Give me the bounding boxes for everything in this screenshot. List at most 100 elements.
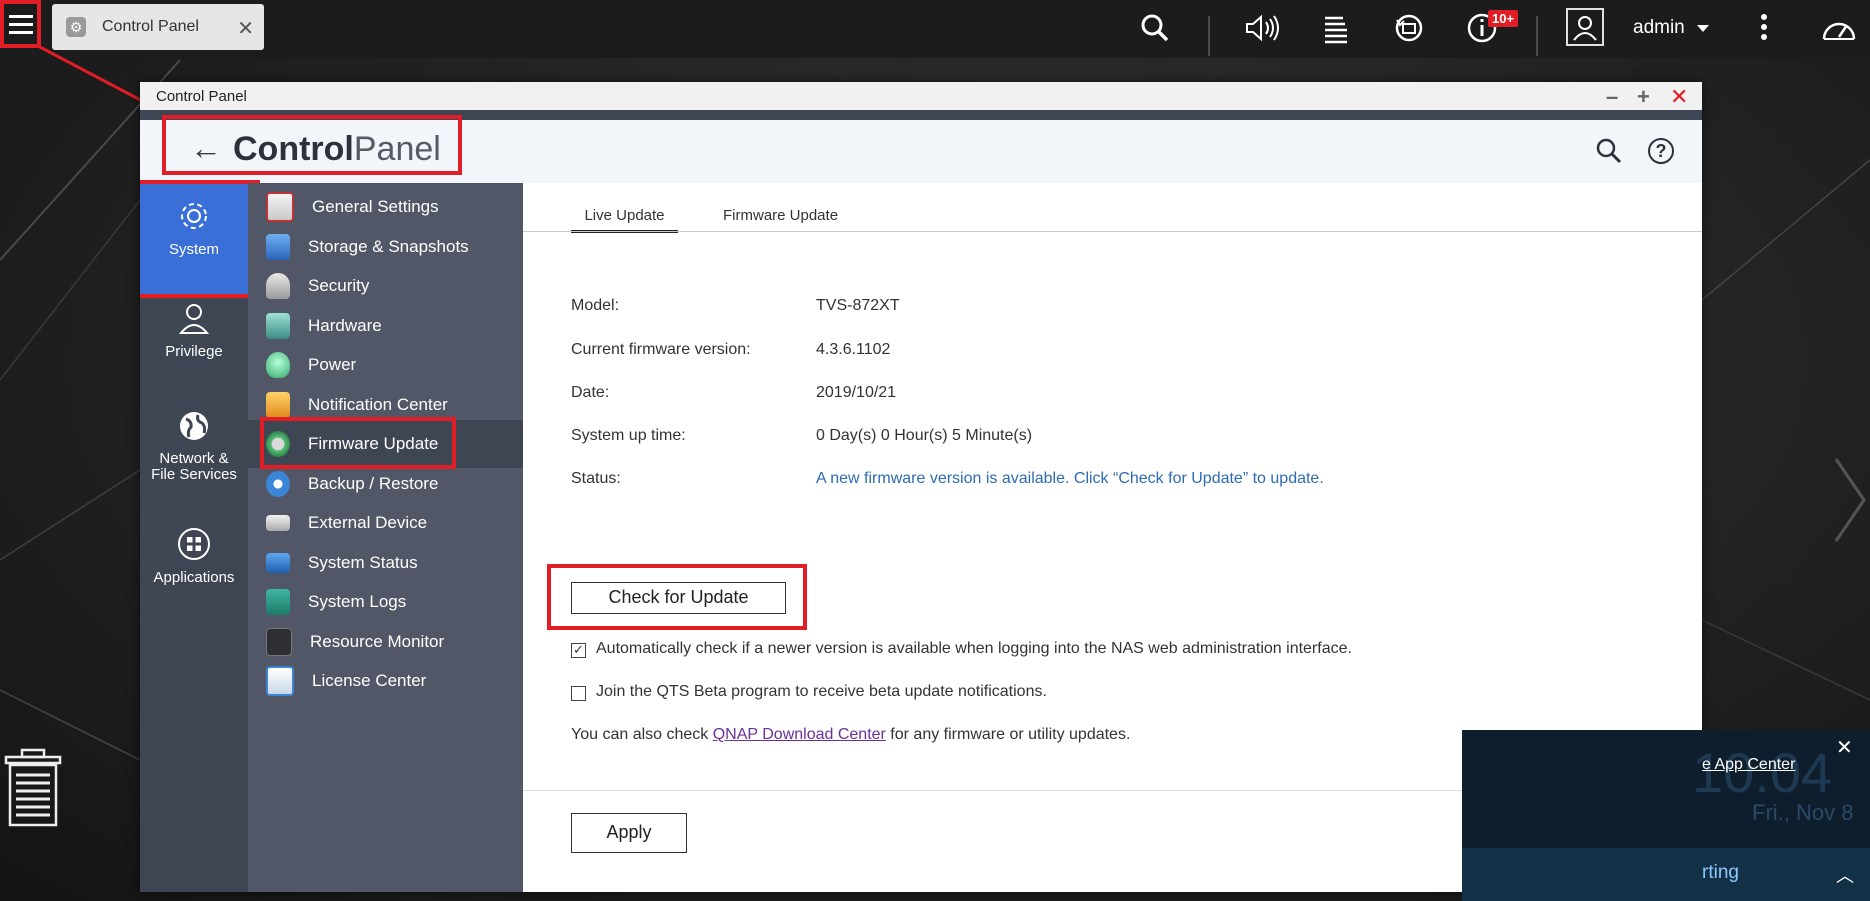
system-highlight <box>140 180 260 298</box>
notification-icon <box>266 392 290 418</box>
category-label: Privilege <box>165 343 223 360</box>
uptime-label: System up time: <box>571 427 686 444</box>
close-icon[interactable]: ✕ <box>1670 84 1688 110</box>
sub-item-label: Notification Center <box>308 395 448 414</box>
more-options-icon[interactable] <box>1761 14 1767 44</box>
taskbar-divider <box>1208 16 1210 56</box>
avatar[interactable] <box>1566 8 1604 46</box>
sub-item-label: Backup / Restore <box>308 474 439 493</box>
lock-icon <box>266 273 290 299</box>
qnap-download-center-link[interactable]: QNAP Download Center <box>713 726 886 743</box>
sub-item-license-center[interactable]: License Center <box>248 657 523 705</box>
tab-firmware-update[interactable]: Firmware Update <box>723 201 838 233</box>
sub-item-label: Power <box>308 355 357 374</box>
sub-item-label: Resource Monitor <box>310 632 445 651</box>
beta-program-label: Join the QTS Beta program to receive bet… <box>596 683 1047 700</box>
close-tab-icon[interactable]: ✕ <box>237 16 254 41</box>
page-title-bold: Control <box>233 130 354 168</box>
sub-item-label: Hardware <box>308 316 382 335</box>
notification-badge: 10+ <box>1488 10 1519 27</box>
recycle-bin-icon[interactable] <box>2 745 62 829</box>
sub-item-label: System Logs <box>308 592 407 611</box>
tab-live-update[interactable]: Live Update <box>571 201 678 233</box>
sub-item-label: General Settings <box>312 197 439 216</box>
monitor-icon <box>266 553 290 573</box>
hardware-icon <box>266 313 290 339</box>
category-system[interactable]: System <box>140 180 260 298</box>
minimize-icon[interactable]: – <box>1606 84 1618 110</box>
note-suffix: for any firmware or utility updates. <box>885 726 1131 743</box>
search-icon[interactable] <box>1140 10 1170 46</box>
apps-grid-icon <box>178 528 210 560</box>
note-prefix: You can also check <box>571 726 713 743</box>
clock-date: Fri., Nov 8 <box>1752 800 1854 825</box>
taskbar-divider <box>1536 16 1538 56</box>
app-center-link[interactable]: e App Center <box>1702 756 1795 774</box>
dashboard-icon[interactable] <box>1820 10 1858 46</box>
log-icon <box>266 589 290 615</box>
background-tasks-icon[interactable] <box>1322 10 1350 46</box>
power-bulb-icon <box>266 352 290 378</box>
category-privilege[interactable]: Privilege <box>140 301 248 391</box>
help-icon[interactable]: ? <box>1648 138 1674 164</box>
sub-item-label: System Status <box>308 553 418 572</box>
model-value: TVS-872XT <box>816 297 900 314</box>
back-arrow-icon[interactable]: ← <box>190 130 222 167</box>
sync-icon[interactable] <box>1392 10 1426 46</box>
main-menu-button[interactable] <box>0 0 41 48</box>
widget-footer-text: rting <box>1702 862 1739 883</box>
category-nav: System Privilege Network & File Services… <box>140 180 260 892</box>
sub-item-label: External Device <box>308 513 428 532</box>
page-title-light: Panel <box>353 130 441 168</box>
window-title: Control Panel <box>156 88 247 105</box>
sub-item-label: Storage & Snapshots <box>308 237 469 256</box>
chevron-down-icon[interactable] <box>1697 25 1709 32</box>
external-device-icon <box>266 515 290 531</box>
uptime-value: 0 Day(s) 0 Hour(s) 5 Minute(s) <box>816 427 1033 444</box>
firmware-version-label: Current firmware version: <box>571 341 751 358</box>
category-label: Applications <box>153 569 235 586</box>
date-value: 2019/10/21 <box>816 384 897 401</box>
search-icon[interactable] <box>1595 137 1623 170</box>
resource-monitor-icon <box>266 628 292 656</box>
close-icon[interactable]: ✕ <box>1836 735 1853 760</box>
check-for-update-button[interactable]: Check for Update <box>571 582 786 614</box>
taskbar-tab-label: Control Panel <box>102 18 199 35</box>
apply-button[interactable]: Apply <box>571 813 687 853</box>
auto-check-checkbox[interactable]: ✓ <box>571 643 586 658</box>
backup-icon <box>266 471 290 497</box>
firmware-version-value: 4.3.6.1102 <box>816 341 891 358</box>
status-message: A new firmware version is available. Cli… <box>816 470 1324 487</box>
beta-program-checkbox[interactable] <box>571 686 586 701</box>
user-name[interactable]: admin <box>1633 17 1685 39</box>
widget-footer: rting ︿ <box>1462 848 1870 901</box>
hamburger-icon <box>8 10 33 39</box>
chevron-up-icon[interactable]: ︿ <box>1836 862 1854 888</box>
gear-icon: ⚙ <box>66 17 86 37</box>
tab-divider <box>523 231 1702 232</box>
taskbar: ⚙ Control Panel ✕ 10+ admin <box>0 0 1870 58</box>
category-label: Network & File Services <box>151 450 237 483</box>
license-icon <box>266 666 294 696</box>
download-center-note: You can also check QNAP Download Center … <box>571 726 1130 744</box>
status-label: Status: <box>571 470 621 487</box>
page-title: ControlPanel <box>233 130 441 169</box>
sub-item-label: Security <box>308 276 370 295</box>
maximize-icon[interactable]: + <box>1637 84 1650 110</box>
chevron-right-icon[interactable] <box>1832 455 1868 545</box>
user-icon <box>178 304 210 334</box>
volume-icon[interactable] <box>1244 10 1280 46</box>
category-network-file-services[interactable]: Network & File Services <box>140 409 248 519</box>
window-titlebar: Control Panel – + ✕ <box>140 82 1702 111</box>
taskbar-tab-control-panel[interactable]: ⚙ Control Panel ✕ <box>52 4 264 50</box>
settings-icon <box>266 192 294 222</box>
globe-icon <box>180 412 208 440</box>
sub-item-label: License Center <box>312 671 427 690</box>
date-label: Date: <box>571 384 610 401</box>
model-label: Model: <box>571 297 620 314</box>
auto-check-label: Automatically check if a newer version i… <box>596 640 1352 657</box>
category-applications[interactable]: Applications <box>140 527 248 617</box>
notification-widget: 10:04 Fri., Nov 8 e App Center ✕ rting ︿ <box>1462 730 1870 901</box>
storage-icon <box>266 234 290 260</box>
sub-menu: General Settings Storage & Snapshots Sec… <box>248 183 523 892</box>
